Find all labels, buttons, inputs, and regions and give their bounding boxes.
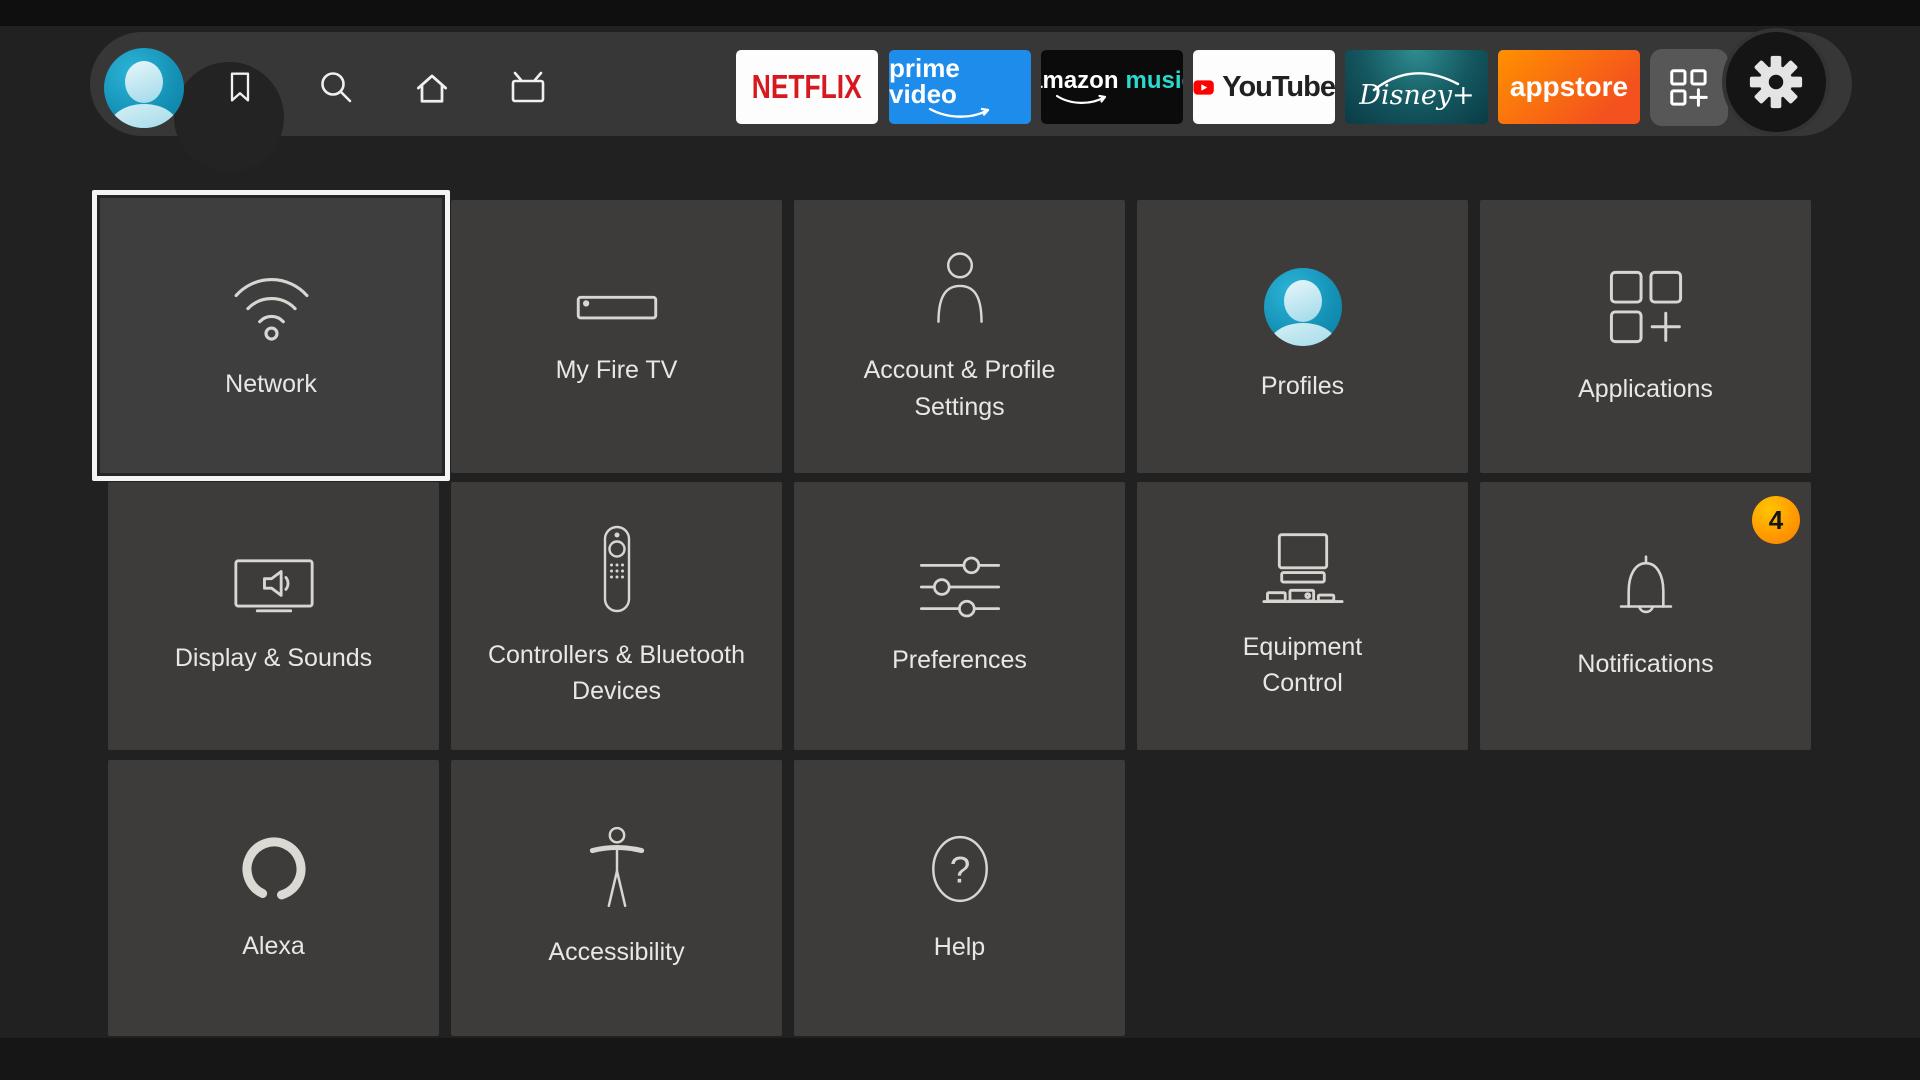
tile-label: Profiles (1261, 368, 1344, 404)
bottom-letterbox-band (0, 1038, 1920, 1080)
tile-label: My Fire TV (556, 352, 678, 388)
tile-label: Alexa (242, 928, 305, 964)
svg-text:?: ? (949, 849, 970, 890)
remote-control-icon (595, 523, 639, 615)
fire-tv-settings-screen: NETFLIX prime video amazon music YouTube… (0, 0, 1920, 1080)
tile-notifications[interactable]: 4 Notifications (1480, 482, 1811, 750)
wifi-icon (224, 268, 319, 344)
home-icon[interactable] (411, 66, 453, 108)
gear-icon (1747, 53, 1805, 111)
app-squares-plus-icon (1604, 265, 1688, 349)
avatar-head-shape (1284, 280, 1322, 322)
youtube-app-tile[interactable]: YouTube (1193, 50, 1335, 124)
tile-label: Controllers & Bluetooth Devices (488, 637, 745, 710)
question-circle-icon: ? (927, 831, 993, 907)
tile-equipment-control[interactable]: Equipment Control (1137, 482, 1468, 750)
tile-preferences[interactable]: Preferences (794, 482, 1125, 750)
live-tv-icon[interactable] (507, 66, 549, 108)
tile-accessibility[interactable]: Accessibility (451, 760, 782, 1036)
alexa-ring-icon (237, 832, 311, 906)
tile-label: Preferences (892, 642, 1027, 678)
notification-count-badge: 4 (1752, 496, 1800, 544)
avatar-body-shape (110, 104, 178, 128)
netflix-app-tile[interactable]: NETFLIX (736, 50, 878, 124)
youtube-play-icon (1193, 71, 1214, 104)
accessibility-person-icon (584, 826, 650, 912)
tile-label: Account & Profile Settings (864, 352, 1056, 425)
tile-label: Notifications (1577, 646, 1713, 682)
amazon-wordmark: amazon (1041, 69, 1119, 93)
tile-alexa[interactable]: Alexa (108, 760, 439, 1036)
tile-my-fire-tv[interactable]: My Fire TV (451, 200, 782, 473)
tile-applications[interactable]: Applications (1480, 200, 1811, 473)
tv-equipment-icon (1258, 531, 1348, 607)
tile-network[interactable]: Network (92, 190, 450, 481)
prime-video-logo: prime video (889, 55, 1031, 107)
music-wordmark: music (1126, 69, 1184, 93)
tile-account-profile-settings[interactable]: Account & Profile Settings (794, 200, 1125, 473)
fire-tv-stick-icon (571, 284, 663, 330)
youtube-wordmark: YouTube (1222, 71, 1335, 104)
avatar-head-shape (125, 61, 163, 103)
tile-label: Applications (1578, 371, 1713, 407)
tile-help[interactable]: ? Help (794, 760, 1125, 1036)
prime-smile-arc (924, 107, 996, 120)
svg-text:Disney+: Disney+ (1358, 80, 1474, 111)
tile-display-sounds[interactable]: Display & Sounds (108, 482, 439, 750)
tile-label: Network (225, 366, 317, 402)
search-icon[interactable] (315, 66, 357, 108)
person-outline-icon (927, 248, 993, 330)
bookmark-icon[interactable] (219, 66, 261, 108)
apps-grid-button[interactable] (1650, 49, 1728, 126)
amazon-smile-arc (1053, 94, 1115, 106)
appstore-label: appstore (1510, 71, 1628, 103)
netflix-logo: NETFLIX (752, 68, 862, 106)
bell-icon (1607, 550, 1685, 624)
settings-gear-button[interactable] (1722, 28, 1830, 136)
disney-plus-app-tile[interactable]: Disney+ (1345, 50, 1488, 124)
disney-plus-logo: Disney+ (1352, 58, 1482, 116)
tile-label: Help (934, 929, 985, 965)
profile-avatar[interactable] (104, 48, 184, 128)
apps-grid-icon (1666, 65, 1712, 111)
sliders-icon (914, 554, 1006, 620)
avatar-body-shape (1269, 323, 1337, 346)
appstore-app-tile[interactable]: appstore (1498, 50, 1640, 124)
prime-video-app-tile[interactable]: prime video (889, 50, 1031, 124)
tv-speaker-icon (230, 556, 318, 618)
tile-profiles[interactable]: Profiles (1137, 200, 1468, 473)
amazon-music-app-tile[interactable]: amazon music (1041, 50, 1183, 124)
tile-label: Display & Sounds (175, 640, 372, 676)
tile-controllers-bluetooth[interactable]: Controllers & Bluetooth Devices (451, 482, 782, 750)
tile-label: Accessibility (548, 934, 684, 970)
tile-label: Equipment Control (1243, 629, 1363, 702)
avatar-filled-icon (1264, 268, 1342, 346)
top-letterbox-band (0, 0, 1920, 26)
